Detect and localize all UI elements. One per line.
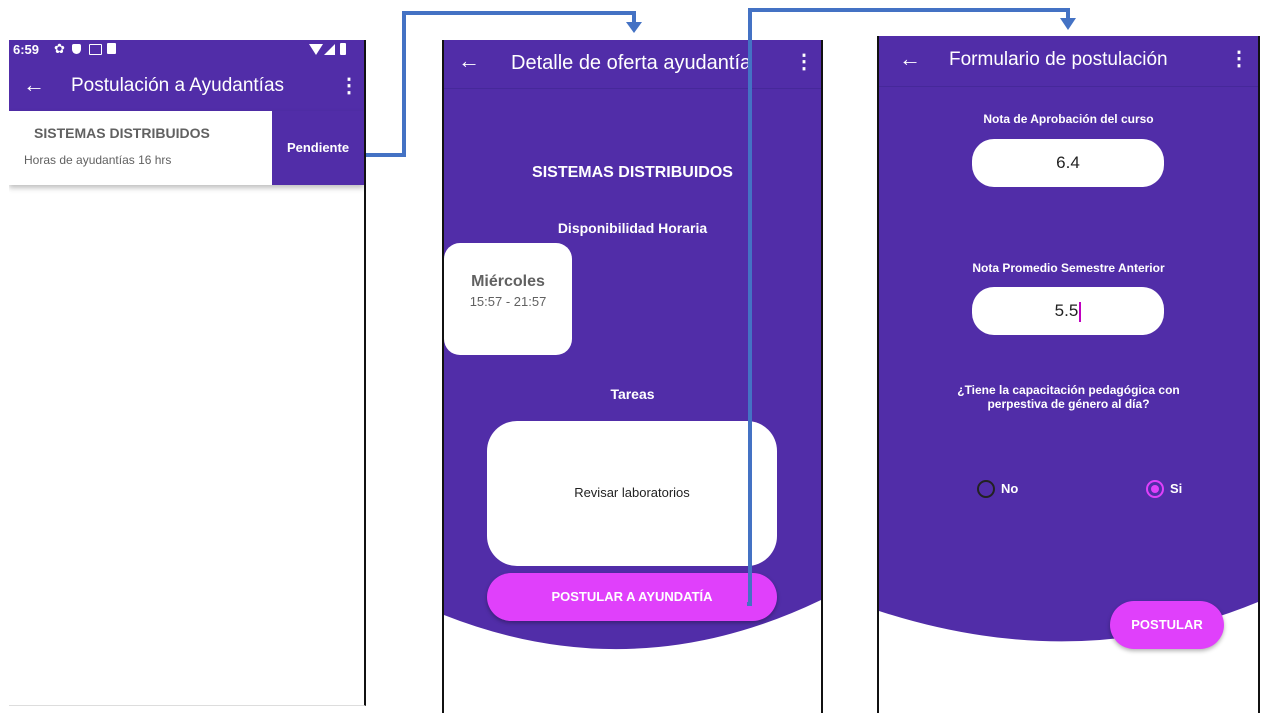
availability-day: Miércoles [471,273,545,290]
availability-label: Disponibilidad Horaria [557,220,708,236]
signal-icon [324,44,335,55]
shield-icon [72,44,81,54]
page-title: Formulario de postulación [949,49,1168,70]
course-title: SISTEMAS DISTRIBUIDOS [532,164,733,181]
screen-offer-detail: ← Detalle de oferta ayudantía ⋮ SISTEMAS… [442,40,823,713]
page-title: Postulación a Ayudantías [71,75,285,96]
app-bar: ← Postulación a Ayudantías ⋮ [9,61,364,111]
task-card: Revisar laboratorios [487,421,777,566]
apply-button-label: POSTULAR A AYUNDATÍA [551,589,713,604]
radio-si-dot [1151,485,1159,493]
list-item-subtitle: Horas de ayudantías 16 hrs [24,153,172,167]
grade-input-value: 6.4 [1056,153,1080,172]
arrowhead-1 [626,22,642,33]
submit-button-label: POSTULAR [1131,617,1203,632]
more-vert-icon[interactable]: ⋮ [1229,49,1249,69]
list-item[interactable]: SISTEMAS DISTRIBUIDOS Horas de ayudantía… [9,111,364,185]
app-bar: ← Detalle de oferta ayudantía ⋮ [444,40,821,89]
apply-button[interactable]: POSTULAR A AYUNDATÍA [487,573,777,621]
app-bar: ← Formulario de postulación ⋮ [879,36,1258,87]
submit-button[interactable]: POSTULAR [1110,601,1224,649]
radio-no-label: No [1001,481,1019,496]
grade-label: Nota de Aprobación del curso [983,112,1154,126]
screen-application-form: ← Formulario de postulación ⋮ Nota de Ap… [877,36,1260,713]
average-label: Nota Promedio Semestre Anterior [972,261,1165,275]
arrow-left-icon[interactable]: ← [458,50,480,72]
average-input-value: 5.5 [1054,301,1079,320]
grade-input[interactable]: 6.4 [972,139,1164,187]
radio-no[interactable] [977,480,995,498]
more-vert-icon[interactable]: ⋮ [339,76,359,96]
status-badge-label: Pendiente [286,140,350,155]
list-item-title: SISTEMAS DISTRIBUIDOS [34,125,210,141]
radio-si[interactable] [1146,480,1164,498]
text-cursor [1079,301,1082,322]
availability-card: Miércoles 15:57 - 21:57 [444,243,572,355]
more-vert-icon[interactable]: ⋮ [794,52,814,72]
task-text: Revisar laboratorios [574,485,690,500]
wifi-icon [309,44,323,55]
radio-si-label: Si [1170,481,1183,496]
tasks-label: Tareas [610,386,655,402]
average-input[interactable]: 5.5 [972,287,1164,335]
status-bar: 6:59 ✿ [9,40,364,61]
battery-icon [340,43,346,55]
arrowhead-2 [1060,18,1076,30]
arrow-left-icon[interactable]: ← [23,74,45,96]
keyboard-icon [89,44,102,55]
arrow-left-icon[interactable]: ← [899,48,921,70]
status-badge[interactable]: Pendiente [272,111,364,185]
screen-applications-list: 6:59 ✿ ← Postulación a Ayudantías ⋮ SIST… [9,40,366,706]
question-line-1: ¿Tiene la capacitación pedagógica con [957,383,1180,397]
page-title: Detalle de oferta ayudantía [511,52,752,74]
sd-card-icon [107,43,116,54]
question-line-2: perpestiva de género al día? [987,397,1150,411]
status-time: 6:59 [13,42,40,57]
availability-time: 15:57 - 21:57 [469,294,547,309]
settings-icon: ✿ [54,41,65,56]
